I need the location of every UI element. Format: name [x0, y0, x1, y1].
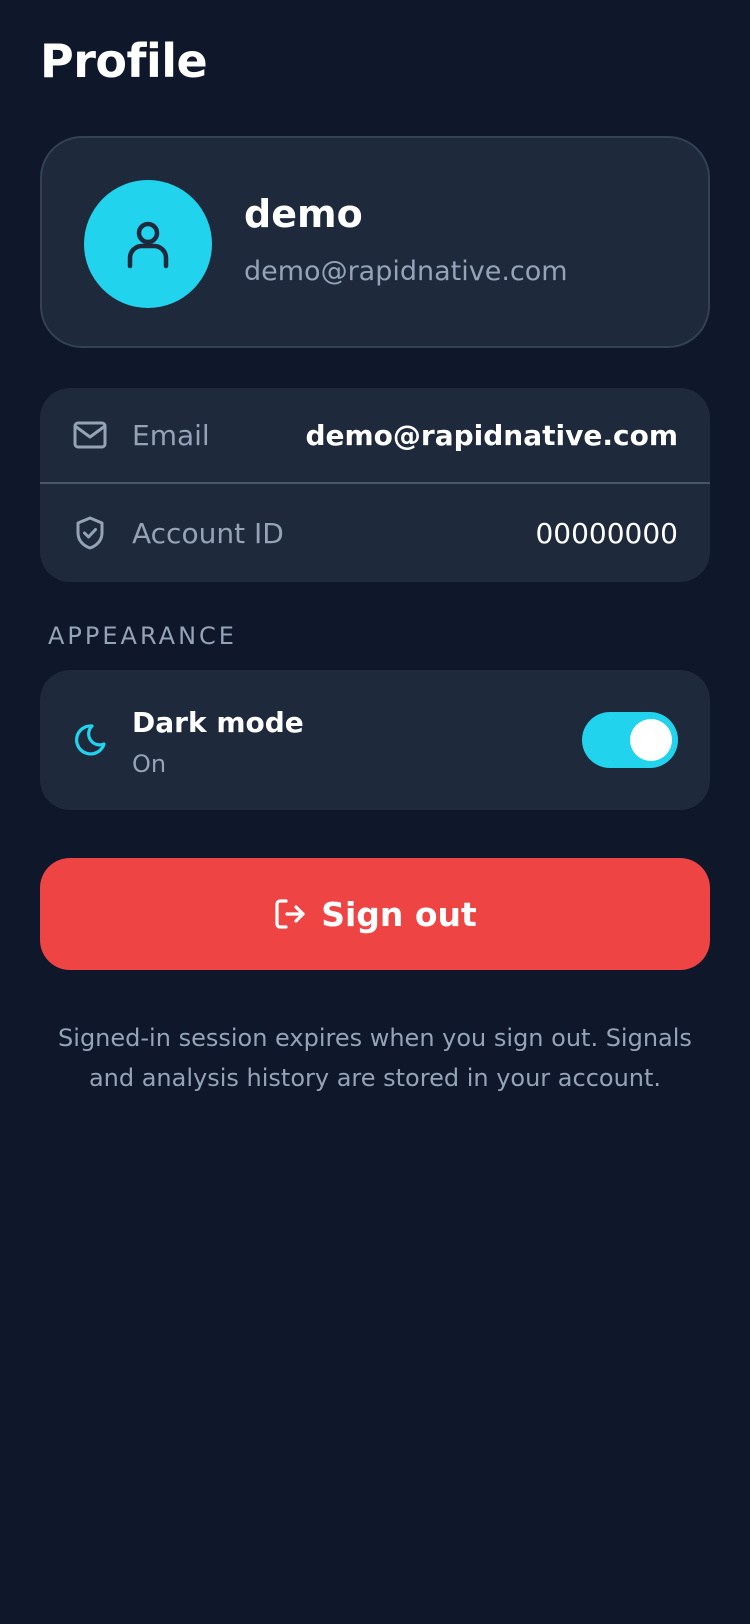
- dark-mode-title: Dark mode: [132, 706, 304, 739]
- account-id-row: Account ID 00000000: [40, 485, 710, 581]
- account-info-card: Email demo@rapidnative.com Account ID 00…: [40, 388, 710, 582]
- dark-mode-row: Dark mode On: [40, 670, 710, 810]
- email-row: Email demo@rapidnative.com: [40, 388, 710, 484]
- email-value: demo@rapidnative.com: [305, 418, 678, 452]
- sign-out-label: Sign out: [321, 894, 477, 934]
- user-icon: [127, 221, 169, 269]
- profile-screen: Profile demo demo@rapidnative.com Email …: [0, 0, 750, 1624]
- toggle-knob: [630, 719, 672, 761]
- dark-mode-status: On: [132, 750, 167, 778]
- profile-name: demo: [244, 192, 363, 236]
- page-title: Profile: [40, 34, 208, 88]
- mail-icon: [72, 417, 108, 453]
- session-footnote: Signed-in session expires when you sign …: [58, 1024, 692, 1092]
- email-label: Email: [132, 418, 210, 452]
- appearance-section-label: APPEARANCE: [48, 622, 237, 650]
- log-out-icon: [275, 899, 305, 929]
- moon-icon: [75, 724, 106, 756]
- sign-out-button[interactable]: Sign out: [40, 858, 710, 970]
- profile-email: demo@rapidnative.com: [244, 256, 568, 287]
- shield-check-icon: [72, 515, 108, 551]
- account-id-label: Account ID: [132, 516, 284, 550]
- profile-card: demo demo@rapidnative.com: [40, 136, 710, 348]
- dark-mode-toggle[interactable]: [582, 712, 678, 768]
- avatar: [84, 180, 212, 308]
- account-id-value: 00000000: [535, 516, 678, 550]
